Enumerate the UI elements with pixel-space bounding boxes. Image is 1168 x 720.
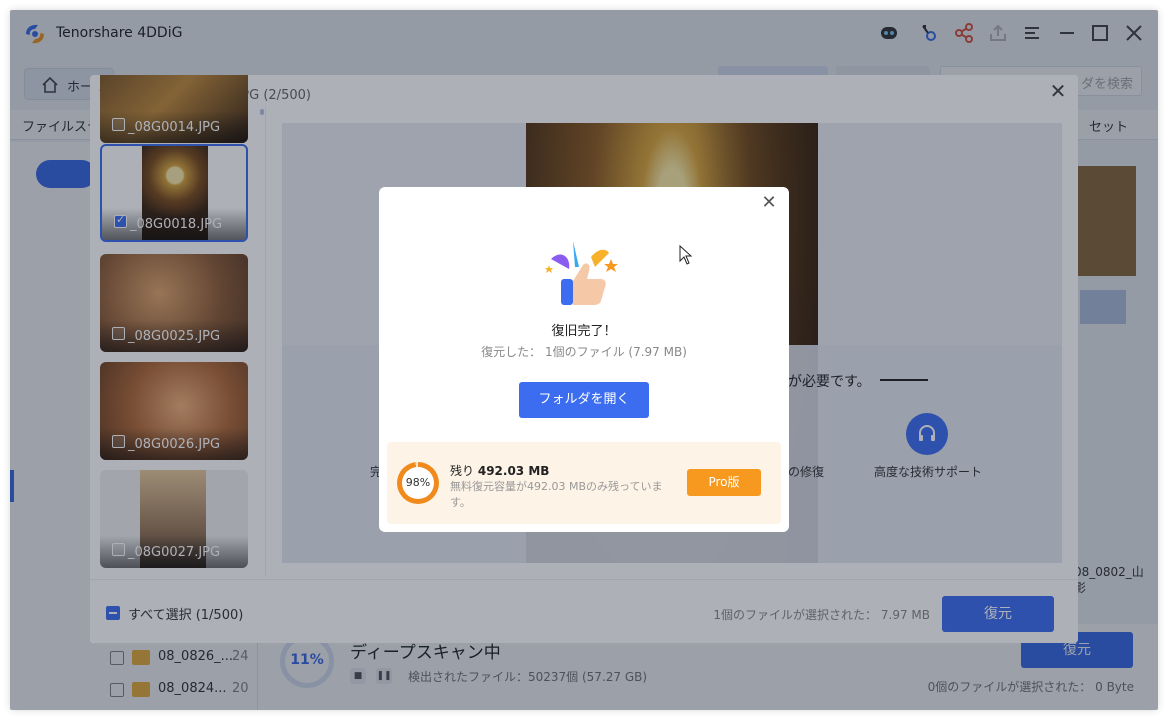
recovery-complete-dialog: ✕ 復旧完了！ 復元した： 1個のファイル (7.97 MB) フォルダを開く … bbox=[379, 187, 789, 532]
free-quota-panel: 98% 残り 492.03 MB 無料復元容量が492.03 MBのみ残っていま… bbox=[387, 442, 781, 524]
quota-remaining: 残り 492.03 MB bbox=[450, 462, 549, 479]
quota-value: 492.03 MB bbox=[477, 464, 550, 478]
dialog-close-icon[interactable]: ✕ bbox=[759, 193, 779, 213]
open-folder-button[interactable]: フォルダを開く bbox=[519, 382, 649, 418]
quota-note: 無料復元容量が492.03 MBのみ残っています。 bbox=[450, 480, 663, 509]
app-window: Tenorshare 4DDiG ホーム ダを検索 ファイルステータス セット … bbox=[10, 10, 1158, 710]
dialog-subtitle: 復元した： 1個のファイル (7.97 MB) bbox=[481, 345, 687, 359]
thumbs-up-celebration-icon bbox=[545, 241, 618, 305]
quota-label: 残り bbox=[450, 464, 475, 478]
mouse-cursor-icon bbox=[679, 245, 693, 265]
quota-ring: 98% bbox=[397, 462, 439, 504]
pro-upgrade-button[interactable]: Pro版 bbox=[687, 469, 761, 496]
dialog-title: 復旧完了！ bbox=[551, 324, 617, 339]
quota-percent: 98% bbox=[405, 476, 431, 489]
